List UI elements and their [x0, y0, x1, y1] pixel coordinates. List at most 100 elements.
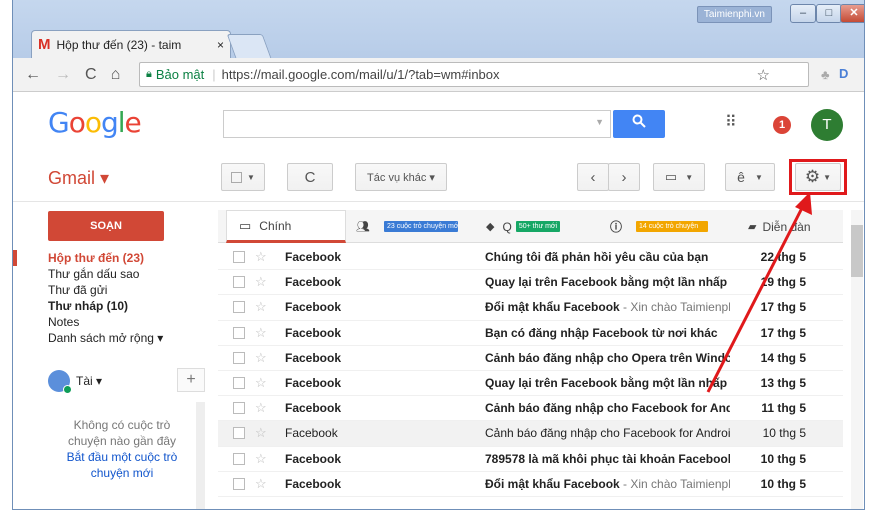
tab-primary[interactable]: ▭ Chính — [226, 210, 346, 243]
secure-label: Bảo mật — [155, 67, 205, 82]
table-row[interactable]: ☆ Facebook Quay lại trên Facebook bằng một… — [218, 371, 843, 397]
browser-tab[interactable]: M Hộp thư đến (23) - taim × — [31, 30, 231, 58]
tab-updates[interactable]: ⓘ 14 cuộc trò chuyện — [610, 210, 735, 243]
star-icon[interactable]: ☆ — [255, 400, 273, 416]
notification-badge[interactable]: 1 — [773, 116, 791, 134]
email-subject: Cảnh báo đăng nhập cho Facebook for Andr… — [485, 401, 730, 416]
table-row[interactable]: ☆ Facebook Chúng tôi đã phản hồi yêu cầu c… — [218, 245, 843, 271]
start-chat-link-line-2[interactable]: chuyện mới — [48, 465, 196, 481]
bookmark-star-icon[interactable]: ☆ — [757, 66, 770, 84]
tab-forums[interactable]: ▰ Diễn đàn — [748, 210, 838, 243]
tab-social[interactable]: 👥︎ 23 cuộc trò chuyện mới — [356, 210, 481, 243]
tag-icon: ◆ — [486, 221, 495, 233]
row-checkbox[interactable] — [233, 452, 245, 465]
updates-badge: 14 cuộc trò chuyện — [636, 221, 709, 232]
email-date: 17 thg 5 — [760, 300, 806, 315]
table-row[interactable]: ☆ Facebook Quay lại trên Facebook bằng một… — [218, 270, 843, 296]
apps-grid-icon[interactable]: ⠿ — [725, 112, 737, 132]
search-button[interactable] — [613, 110, 665, 138]
logo-letter: g — [100, 106, 119, 139]
reload-icon[interactable]: C — [85, 66, 97, 84]
browser-menu-icon[interactable]: ⋮ — [859, 64, 864, 84]
sidebar-item-inbox[interactable]: Hộp thư đến (23) — [48, 250, 163, 266]
search-input[interactable]: ▼ — [223, 110, 611, 138]
older-button[interactable]: › — [608, 163, 640, 191]
row-checkbox[interactable] — [233, 377, 245, 390]
star-icon[interactable]: ☆ — [255, 350, 273, 366]
close-window-button[interactable]: ✕ — [840, 4, 864, 23]
scrollbar-thumb[interactable] — [851, 225, 863, 277]
star-icon[interactable]: ☆ — [255, 425, 273, 441]
chat-user[interactable]: Tài ▾ — [48, 370, 102, 394]
email-date: 19 thg 5 — [760, 275, 806, 290]
sidebar-item-sent[interactable]: Thư đã gửi — [48, 282, 163, 298]
maximize-button[interactable]: □ — [816, 4, 842, 23]
email-sender: Facebook — [285, 426, 338, 441]
add-chat-button[interactable]: + — [177, 368, 205, 392]
sidebar-item-drafts[interactable]: Thư nháp (10) — [48, 298, 163, 314]
translate-extension-icon[interactable]: D — [839, 66, 848, 81]
table-row[interactable]: ☆ Facebook Bạn có đăng nhập Facebook từ nơ… — [218, 321, 843, 346]
email-sender: Facebook — [285, 376, 342, 391]
table-row[interactable]: ☆ Facebook Đổi mật khẩu Facebook - Xin chà… — [218, 472, 843, 497]
row-checkbox[interactable] — [233, 477, 245, 490]
select-checkbox-button[interactable]: ▼ — [221, 163, 265, 191]
email-date: 17 thg 5 — [760, 325, 806, 340]
tab-promotions[interactable]: ◆ Q 50+ thư mới — [486, 210, 606, 243]
forward-icon[interactable]: → — [55, 66, 71, 84]
google-logo[interactable]: Google — [48, 106, 142, 139]
star-icon[interactable]: ☆ — [255, 375, 273, 391]
sidebar-item-starred[interactable]: Thư gắn dấu sao — [48, 266, 163, 282]
star-icon[interactable]: ☆ — [255, 299, 273, 315]
tab-close-icon[interactable]: × — [217, 38, 224, 52]
row-checkbox[interactable] — [233, 351, 245, 364]
back-icon[interactable]: ← — [25, 66, 41, 84]
row-checkbox[interactable] — [233, 427, 245, 440]
table-row[interactable]: ☆ Facebook 789578 là mã khôi phục tài khoả… — [218, 447, 843, 472]
more-actions-button[interactable]: Tác vụ khác ▾ — [355, 163, 447, 191]
row-checkbox[interactable] — [233, 276, 245, 289]
sidebar-item-more[interactable]: Danh sách mở rộng ▾ — [48, 330, 163, 346]
newer-button[interactable]: ‹ — [577, 163, 609, 191]
row-checkbox[interactable] — [233, 301, 245, 314]
email-date: 13 thg 5 — [760, 376, 806, 391]
email-subject: Đổi mật khẩu Facebook — [485, 300, 620, 315]
row-checkbox[interactable] — [233, 402, 245, 415]
settings-highlight-box — [789, 159, 847, 195]
table-row[interactable]: ☆ Facebook Cảnh báo đăng nhập cho Opera tr… — [218, 346, 843, 371]
sidebar: SOẠN Hộp thư đến (23) Thư gắn dấu sao Th… — [13, 202, 213, 509]
star-icon[interactable]: ☆ — [255, 249, 273, 265]
table-row[interactable]: ☆ Facebook Đổi mật khẩu Facebook - Xin chà… — [218, 295, 843, 321]
start-chat-link-line-1[interactable]: Bắt đầu một cuộc trò — [48, 449, 196, 465]
email-subject: 789578 là mã khôi phục tài khoản Faceboo… — [485, 451, 730, 466]
star-icon[interactable]: ☆ — [255, 451, 273, 467]
table-row[interactable]: ☆ Facebook Cảnh báo đăng nhập cho Facebook… — [218, 396, 843, 422]
minimize-button[interactable]: – — [790, 4, 816, 23]
email-sender: Facebook — [285, 300, 342, 315]
compose-button[interactable]: SOẠN — [48, 211, 164, 241]
sidebar-scrollbar[interactable] — [196, 402, 205, 509]
email-sender: Facebook — [285, 325, 342, 340]
gmail-menu[interactable]: Gmail ▾ — [48, 168, 109, 189]
sidebar-item-notes[interactable]: Notes — [48, 314, 163, 330]
row-checkbox[interactable] — [233, 251, 245, 264]
star-icon[interactable]: ☆ — [255, 476, 273, 492]
star-icon[interactable]: ☆ — [255, 325, 273, 341]
page-scrollbar[interactable] — [851, 210, 863, 509]
url-input[interactable]: 🔒︎ Bảo mật | https://mail.google.com/mai… — [139, 62, 809, 87]
email-sender: Facebook — [285, 250, 342, 265]
star-icon[interactable]: ☆ — [255, 274, 273, 290]
home-icon[interactable]: ⌂ — [111, 66, 121, 84]
search-options-icon[interactable]: ▼ — [595, 117, 604, 127]
row-checkbox[interactable] — [233, 326, 245, 339]
split-pane-button[interactable]: ▭ ▼ — [653, 163, 705, 191]
input-tools-button[interactable]: ê ▼ — [725, 163, 775, 191]
email-subject: Quay lại trên Facebook bằng một lần nhấp — [485, 376, 728, 391]
refresh-button[interactable]: C — [287, 163, 333, 191]
avatar[interactable]: T — [811, 109, 843, 141]
table-row[interactable]: ☆ Facebook Cảnh báo đăng nhập cho Facebook… — [218, 421, 843, 447]
new-tab-button[interactable] — [226, 34, 272, 58]
chevron-right-icon: › — [621, 168, 627, 186]
people-icon: 👥︎ — [356, 221, 370, 233]
extension-icon[interactable]: ♣ — [821, 67, 830, 82]
